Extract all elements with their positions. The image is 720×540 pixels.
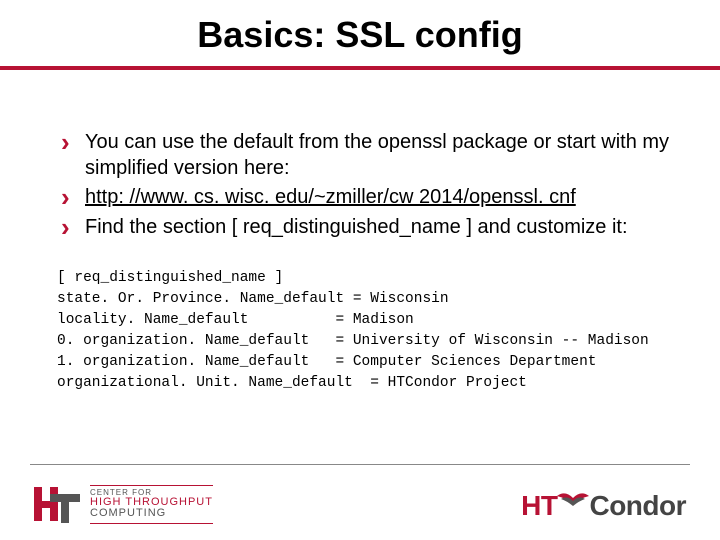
- footer: CENTER FOR HIGH THROUGHPUT COMPUTING HT …: [0, 464, 720, 524]
- code-line: locality. Name_default = Madison: [57, 312, 414, 328]
- bullet-list: You can use the default from the openssl…: [55, 130, 680, 240]
- htcondor-rest: ondor: [609, 490, 686, 522]
- slide-body: You can use the default from the openssl…: [0, 70, 720, 394]
- chtc-text: CENTER FOR HIGH THROUGHPUT COMPUTING: [90, 485, 213, 524]
- code-line: 1. organization. Name_default = Computer…: [57, 354, 597, 370]
- chtc-line3: COMPUTING: [90, 508, 213, 520]
- code-block: [ req_distinguished_name ] state. Or. Pr…: [57, 268, 680, 394]
- logo-chtc: CENTER FOR HIGH THROUGHPUT COMPUTING: [34, 485, 213, 524]
- chtc-mark-icon: [34, 485, 80, 523]
- htcondor-c: C: [589, 490, 609, 522]
- htcondor-ht: HT: [521, 490, 557, 522]
- logo-htcondor: HT Condor: [521, 490, 686, 522]
- footer-rule: [30, 464, 690, 465]
- code-line: organizational. Unit. Name_default = HTC…: [57, 375, 527, 391]
- link[interactable]: http: //www. cs. wisc. edu/~zmiller/cw 2…: [85, 186, 576, 208]
- condor-icon: [555, 490, 591, 510]
- code-line: 0. organization. Name_default = Universi…: [57, 333, 649, 349]
- bullet-item: You can use the default from the openssl…: [55, 130, 680, 181]
- bullet-item: Find the section [ req_distinguished_nam…: [55, 215, 680, 241]
- code-line: state. Or. Province. Name_default = Wisc…: [57, 291, 449, 307]
- bullet-item: http: //www. cs. wisc. edu/~zmiller/cw 2…: [55, 185, 680, 211]
- slide-title: Basics: SSL config: [0, 0, 720, 56]
- code-line: [ req_distinguished_name ]: [57, 270, 283, 286]
